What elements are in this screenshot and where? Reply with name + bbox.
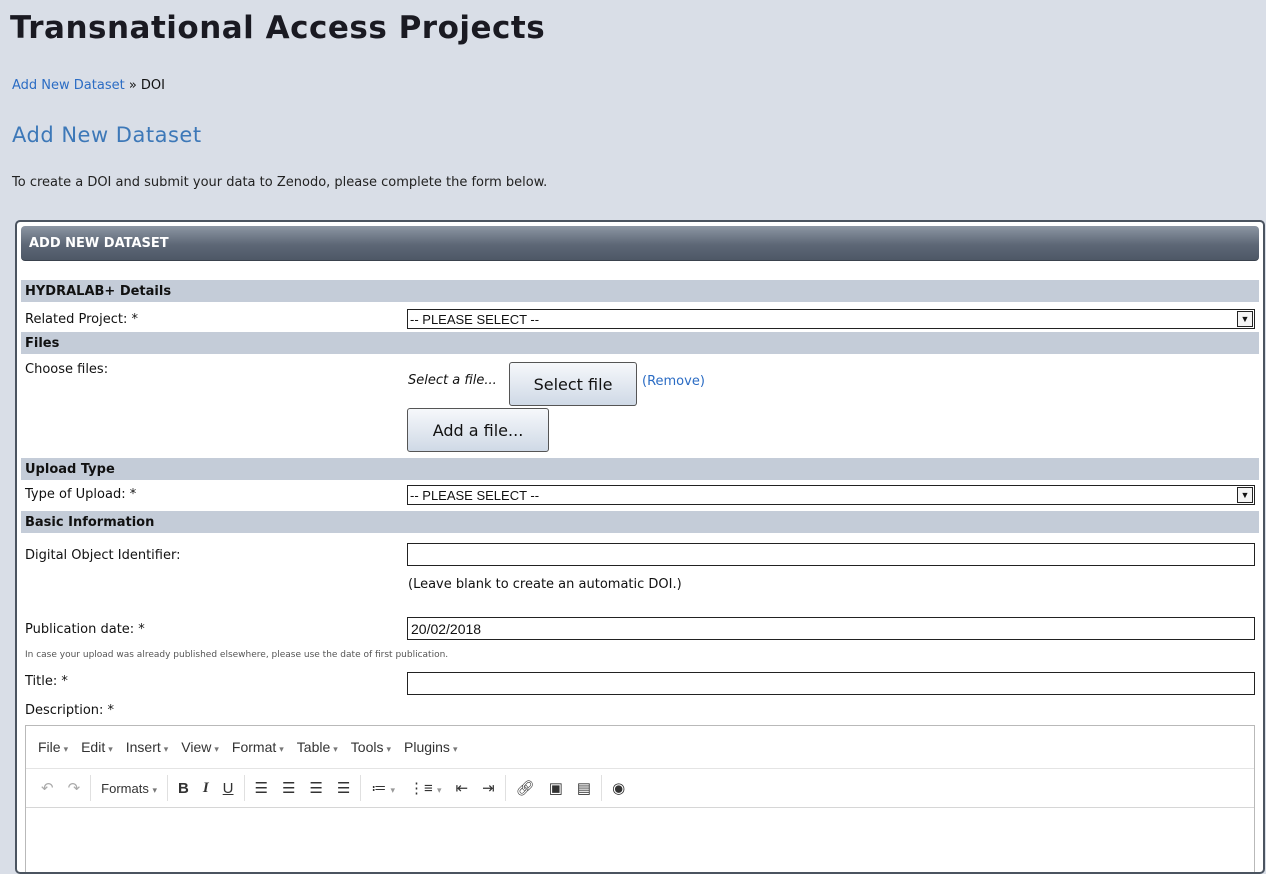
align-center-icon[interactable]: ☰: [275, 779, 302, 797]
formats-dropdown[interactable]: Formats ▾: [94, 781, 164, 796]
image-icon[interactable]: ▣: [542, 779, 570, 797]
underline-icon[interactable]: U: [216, 780, 241, 797]
align-justify-icon[interactable]: ☰: [330, 779, 357, 797]
toolbar-divider: [601, 775, 603, 801]
panel-header: ADD NEW DATASET: [21, 226, 1259, 261]
bold-icon[interactable]: B: [171, 780, 196, 797]
outdent-icon[interactable]: ⇤: [448, 779, 475, 797]
menu-format[interactable]: Format ▾: [232, 739, 284, 755]
title-label: Title: *: [25, 674, 68, 689]
numbered-list-icon[interactable]: ⋮≡ ▾: [402, 779, 448, 797]
link-icon[interactable]: 🔗︎: [509, 779, 542, 797]
toolbar-divider: [90, 775, 92, 801]
type-of-upload-select[interactable]: -- PLEASE SELECT -- ▼: [407, 485, 1255, 505]
doi-input[interactable]: [407, 543, 1255, 566]
chevron-down-icon: ▾: [152, 784, 157, 795]
chevron-down-icon[interactable]: ▼: [1237, 487, 1253, 503]
italic-icon[interactable]: I: [196, 780, 216, 797]
toolbar-divider: [504, 775, 506, 801]
type-of-upload-label: Type of Upload: *: [25, 487, 137, 502]
menu-tools[interactable]: Tools ▾: [351, 739, 391, 755]
select-file-button[interactable]: Select file: [509, 362, 637, 406]
menu-file[interactable]: File ▾: [38, 739, 68, 755]
breadcrumb-link-add-new-dataset[interactable]: Add New Dataset: [12, 78, 125, 93]
remove-file-link[interactable]: (Remove): [642, 374, 705, 389]
chevron-down-icon: ▾: [333, 744, 338, 754]
align-left-icon[interactable]: ☰: [248, 779, 275, 797]
align-right-icon[interactable]: ☰: [302, 779, 329, 797]
chevron-down-icon: ▾: [63, 744, 69, 754]
breadcrumb-separator: »: [124, 78, 141, 93]
menu-table[interactable]: Table ▾: [297, 739, 338, 755]
undo-icon[interactable]: ↶: [34, 779, 61, 797]
title-input[interactable]: [407, 672, 1255, 695]
intro-text: To create a DOI and submit your data to …: [12, 175, 548, 190]
toolbar-divider: [243, 775, 245, 801]
chevron-down-icon: ▾: [452, 744, 458, 754]
add-file-button[interactable]: Add a file...: [407, 408, 549, 452]
menu-edit[interactable]: Edit ▾: [81, 739, 113, 755]
section-basic-information: Basic Information: [21, 511, 1259, 533]
chevron-down-icon: ▾: [386, 744, 392, 754]
publication-date-label: Publication date: *: [25, 622, 145, 637]
indent-icon[interactable]: ⇥: [475, 779, 502, 797]
doi-hint: (Leave blank to create an automatic DOI.…: [408, 577, 682, 592]
chevron-down-icon: ▾: [108, 744, 113, 754]
section-hydralab-details: HYDRALAB+ Details: [21, 280, 1259, 302]
chevron-down-icon: ▾: [163, 744, 169, 754]
section-files: Files: [21, 332, 1259, 354]
menu-view[interactable]: View ▾: [181, 739, 219, 755]
toolbar-divider: [360, 775, 362, 801]
editor-toolbar: ↶ ↷ Formats ▾ B I U ☰ ☰ ☰ ☰ ≔ ▾ ⋮≡ ▾ ⇤ ⇥…: [26, 769, 1254, 808]
related-project-select[interactable]: -- PLEASE SELECT -- ▼: [407, 309, 1255, 329]
file-placeholder-text: Select a file...: [408, 373, 497, 388]
menu-plugins[interactable]: Plugins ▾: [404, 739, 457, 755]
page-title: Transnational Access Projects: [10, 10, 546, 46]
chevron-down-icon: ▾: [279, 744, 284, 754]
toolbar-divider: [166, 775, 168, 801]
preview-icon[interactable]: ◉: [605, 779, 632, 797]
breadcrumb: Add New Dataset » DOI: [12, 78, 165, 93]
bullet-list-icon[interactable]: ≔ ▾: [364, 779, 402, 797]
chevron-down-icon[interactable]: ▼: [1237, 311, 1253, 327]
add-dataset-panel: ADD NEW DATASET HYDRALAB+ Details Relate…: [15, 220, 1265, 874]
breadcrumb-current: DOI: [140, 78, 165, 93]
section-heading: Add New Dataset: [12, 123, 202, 147]
publication-date-input[interactable]: 20/02/2018: [407, 617, 1255, 640]
choose-files-label: Choose files:: [25, 362, 109, 377]
description-label: Description: *: [25, 703, 115, 718]
editor-content-area[interactable]: [26, 808, 1254, 868]
redo-icon[interactable]: ↷: [61, 779, 88, 797]
media-icon[interactable]: ▤: [570, 779, 598, 797]
chevron-down-icon: ▾: [214, 744, 219, 754]
editor-menubar: File ▾ Edit ▾ Insert ▾ View ▾ Format ▾ Table ▾…: [26, 726, 1254, 769]
related-project-value: -- PLEASE SELECT --: [410, 311, 540, 327]
publication-date-hint: In case your upload was already publishe…: [25, 650, 449, 660]
doi-label: Digital Object Identifier:: [25, 548, 181, 563]
description-editor: File ▾ Edit ▾ Insert ▾ View ▾ Format ▾ Table ▾…: [25, 725, 1255, 872]
section-upload-type: Upload Type: [21, 458, 1259, 480]
menu-insert[interactable]: Insert ▾: [126, 739, 169, 755]
type-of-upload-value: -- PLEASE SELECT --: [410, 487, 540, 503]
related-project-label: Related Project: *: [25, 312, 138, 327]
